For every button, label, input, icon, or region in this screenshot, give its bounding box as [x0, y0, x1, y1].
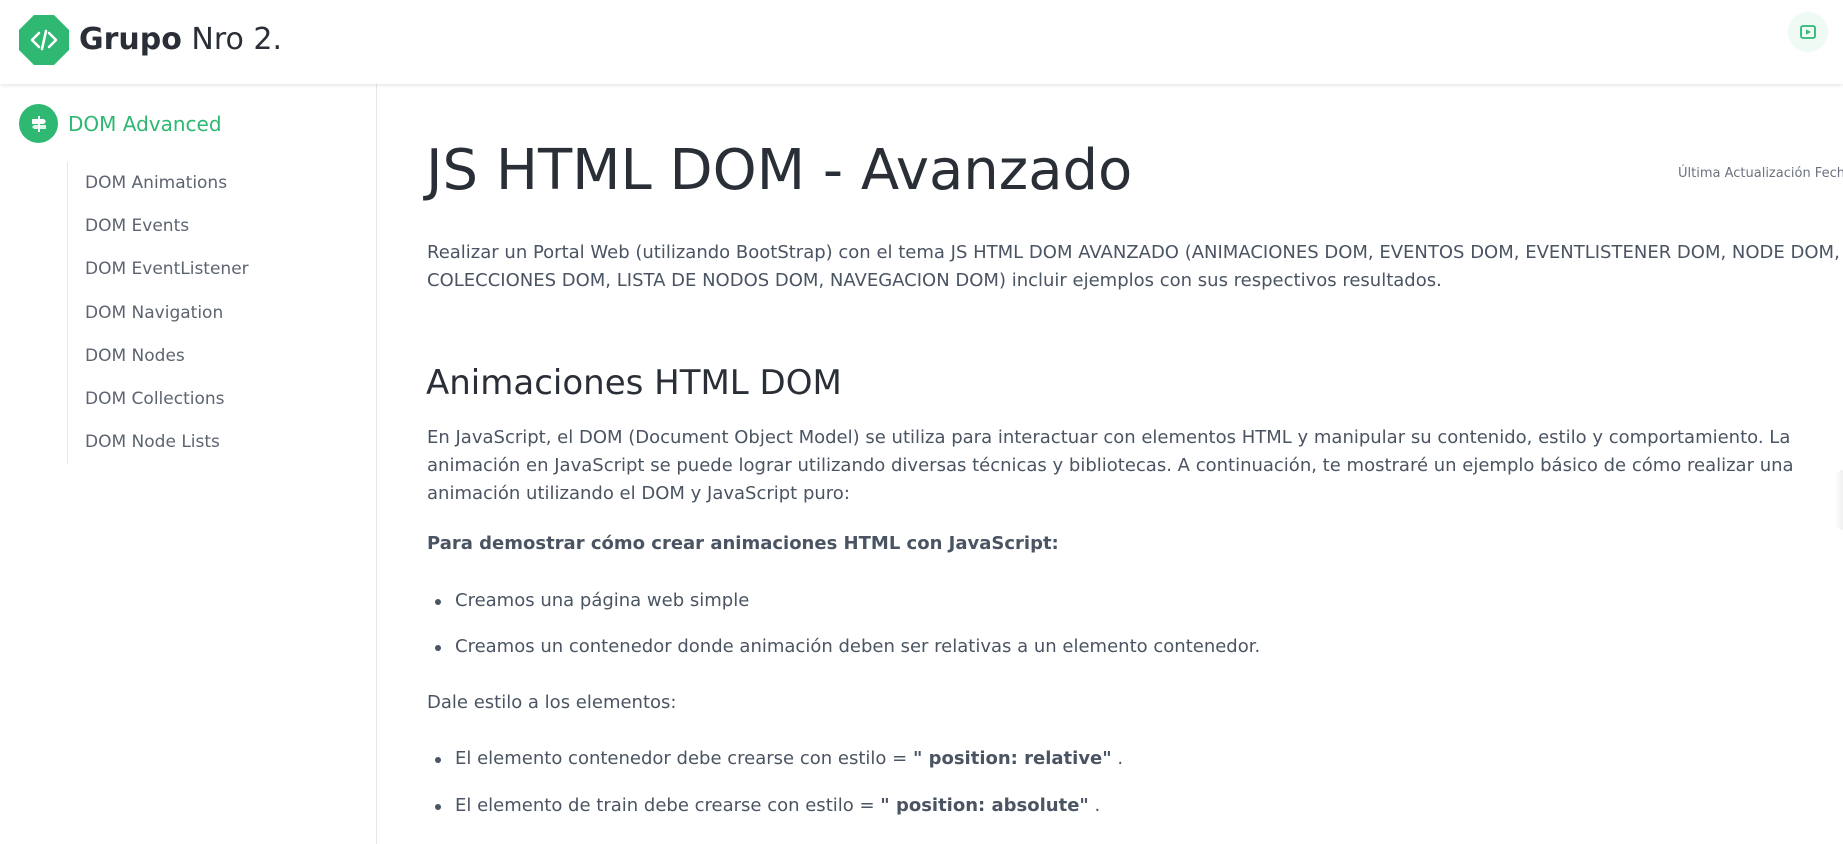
list-item-suffix: .	[1088, 795, 1101, 816]
list-item-suffix: .	[1111, 748, 1124, 769]
top-navbar: Grupo Nro 2.	[0, 0, 1843, 84]
code-icon[interactable]	[19, 15, 69, 65]
section-paragraph: En JavaScript, el DOM (Document Object M…	[427, 427, 1794, 504]
brand-title[interactable]: Grupo Nro 2.	[79, 20, 282, 60]
sidebar-item-dom-events[interactable]: DOM Events	[68, 205, 347, 248]
sidebar-item-dom-node-lists[interactable]: DOM Node Lists	[68, 421, 347, 464]
brand-strong: Grupo	[79, 22, 182, 57]
list-item: El elemento contenedor debe crearse con …	[434, 745, 1124, 773]
scroll-edge-shadow	[1835, 470, 1843, 530]
sidebar: DOM Advanced DOM Animations DOM Events D…	[0, 84, 377, 844]
inline-code: " position: relative"	[912, 748, 1112, 769]
section-title: Animaciones HTML DOM	[426, 363, 842, 403]
sidebar-nav-list: DOM Animations DOM Events DOM EventListe…	[67, 162, 347, 465]
sidebar-item-dom-nodes[interactable]: DOM Nodes	[68, 335, 347, 378]
page-title: JS HTML DOM - Avanzado	[426, 138, 1133, 203]
brand-rest: Nro 2.	[191, 22, 283, 57]
sidebar-item-dom-animations[interactable]: DOM Animations	[68, 162, 347, 205]
sidebar-item-dom-eventlistener[interactable]: DOM EventListener	[68, 248, 347, 291]
sidebar-item-dom-collections[interactable]: DOM Collections	[68, 378, 347, 421]
list-item-text: El elemento de train debe crearse con es…	[455, 795, 881, 816]
style-intro-line: Dale estilo a los elementos:	[427, 692, 677, 713]
sidebar-section-dom-advanced[interactable]: DOM Advanced	[19, 104, 222, 143]
list-item: Creamos un contenedor donde animación de…	[434, 633, 1260, 661]
list-item-text: El elemento contenedor debe crearse con …	[455, 748, 913, 769]
last-update-label: Última Actualización Fecha	[1678, 166, 1843, 181]
bold-lead: Para demostrar cómo crear animaciones HT…	[427, 533, 1059, 554]
list-item: El elemento de train debe crearse con es…	[434, 792, 1101, 820]
youtube-icon	[1800, 25, 1816, 39]
sidebar-section-label: DOM Advanced	[68, 111, 222, 136]
intro-paragraph: Realizar un Portal Web (utilizando BootS…	[427, 242, 1840, 291]
sidebar-item-dom-navigation[interactable]: DOM Navigation	[68, 292, 347, 335]
signpost-icon	[19, 104, 58, 143]
inline-code: " position: absolute"	[880, 795, 1089, 816]
main-content: JS HTML DOM - Avanzado Última Actualizac…	[378, 84, 1843, 844]
youtube-button[interactable]	[1788, 12, 1828, 52]
list-item: Creamos una página web simple	[434, 587, 749, 615]
